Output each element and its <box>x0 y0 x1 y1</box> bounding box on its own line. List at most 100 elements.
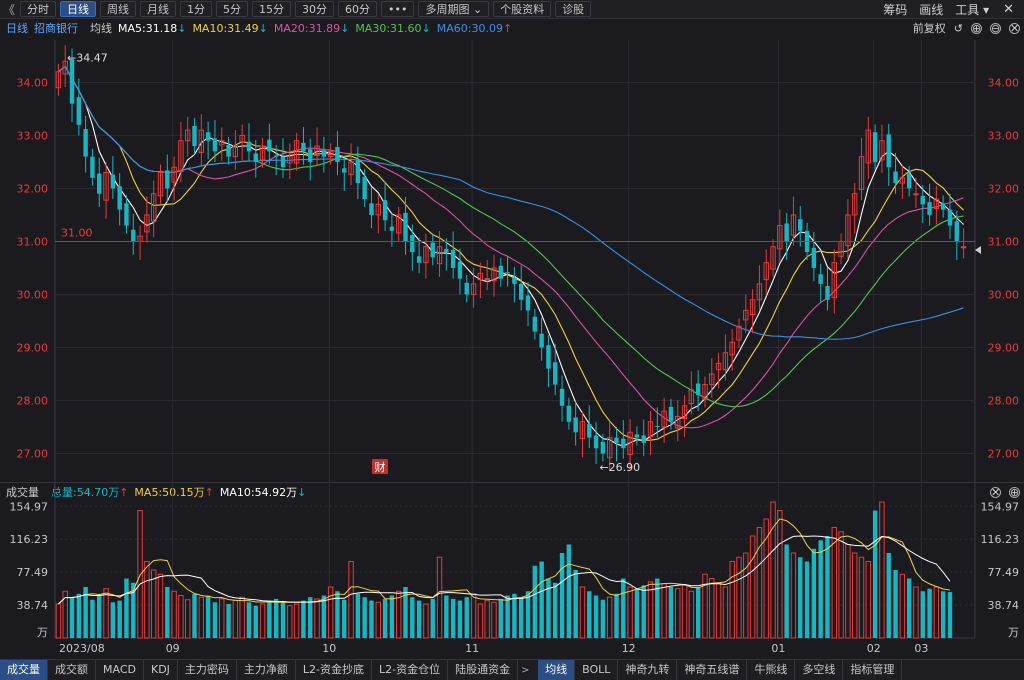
volume-bar <box>756 527 763 639</box>
volume-bar <box>484 600 490 639</box>
volume-bar <box>865 561 872 639</box>
candle-body <box>369 203 374 215</box>
volume-bar <box>893 570 898 638</box>
tab-main-net[interactable]: 主力净额 <box>237 660 296 680</box>
volume-bar <box>512 593 517 638</box>
stock-chart-window: 《 分时 日线 周线 月线 1分 5分 15分 30分 60分 ••• 多周期图… <box>0 0 1024 680</box>
volume-bar <box>825 536 830 638</box>
tab-magic-nine[interactable]: 神奇九转 <box>618 660 678 680</box>
tab-bull-bear[interactable]: 牛熊线 <box>747 660 796 680</box>
candle-body <box>362 176 367 200</box>
volume-bar <box>927 588 932 638</box>
volume-bar <box>382 598 388 638</box>
candle-body <box>450 249 456 268</box>
volume-bar <box>90 599 95 638</box>
volume-bar <box>97 595 102 638</box>
volume-bar <box>321 595 327 638</box>
volume-bar <box>722 586 729 639</box>
volume-bar <box>913 586 919 639</box>
volume-bar <box>818 540 823 638</box>
candle-body <box>634 434 640 438</box>
date-label: 2023/08 <box>59 642 105 655</box>
volume-bar <box>416 600 422 638</box>
price-tick-right: 34.00 <box>988 76 1020 89</box>
candle-body <box>553 362 558 385</box>
candle-body <box>165 170 170 189</box>
volume-bar <box>342 599 347 638</box>
volume-ma-lines <box>58 518 951 605</box>
price-tick-left: 27.00 <box>17 447 49 460</box>
candle-body <box>784 223 789 242</box>
volume-bar <box>770 501 776 639</box>
candle-body <box>382 200 388 221</box>
volume-bar <box>661 583 667 639</box>
volume-tick-left: 154.97 <box>10 500 49 513</box>
candle-body <box>192 125 197 147</box>
price-tick-left: 30.00 <box>17 288 49 301</box>
tab-l2-bottom[interactable]: L2-资金抄底 <box>296 660 373 680</box>
tab-turnover[interactable]: 成交额 <box>48 660 96 680</box>
price-tick-left: 32.00 <box>17 182 49 195</box>
candle-body <box>512 277 517 284</box>
candle-body <box>124 203 129 226</box>
tab-ma[interactable]: 均线 <box>538 660 576 680</box>
volume-bar <box>546 578 551 638</box>
candle-body <box>927 202 932 215</box>
price-tick-right: 31.00 <box>988 235 1020 248</box>
volume-bar <box>940 591 946 638</box>
candle-body <box>621 438 626 449</box>
tab-kdj[interactable]: KDJ <box>144 660 178 680</box>
candle-body <box>920 195 925 205</box>
volume-bar <box>845 544 851 639</box>
candle-body <box>335 147 340 162</box>
chevron-right-icon[interactable]: > <box>518 665 532 676</box>
volume-bar <box>688 590 695 639</box>
volume-bar <box>246 602 252 638</box>
tab-volume[interactable]: 成交量 <box>0 660 48 680</box>
volume-bar <box>709 578 715 639</box>
volume-tick-left: 77.49 <box>17 566 49 579</box>
volume-bar <box>450 598 456 638</box>
volume-tick-left: 38.74 <box>17 599 49 612</box>
volume-tick-right: 154.97 <box>981 500 1020 513</box>
volume-bar <box>198 596 205 639</box>
volume-bar <box>498 598 504 638</box>
volume-bar <box>920 591 925 638</box>
volume-tick-right: 万 <box>1008 626 1019 639</box>
reference-label: 31.00 <box>61 226 93 239</box>
volume-bar <box>423 603 429 639</box>
price-pointer-icon <box>975 246 981 254</box>
volume-bar <box>464 597 469 638</box>
tab-l2-position[interactable]: L2-资金仓位 <box>372 660 449 680</box>
volume-bar <box>239 596 245 639</box>
volume-bar <box>872 510 878 638</box>
volume-bar <box>192 593 197 638</box>
volume-bar <box>491 601 497 639</box>
date-label: 10 <box>322 642 336 655</box>
volume-bar <box>579 586 586 639</box>
tab-long-short[interactable]: 多空线 <box>795 660 844 680</box>
price-tick-right: 28.00 <box>988 394 1020 407</box>
candle-body <box>539 333 544 348</box>
volume-tick-right: 38.74 <box>988 599 1020 612</box>
tab-macd[interactable]: MACD <box>96 660 144 680</box>
kline-chart[interactable]: 34.00 34.00 33.00 33.00 32.00 32.00 31.00 31.00… <box>0 0 1024 659</box>
tab-northbound[interactable]: 陆股通资金 <box>448 660 519 680</box>
candle-body <box>498 265 504 279</box>
candle-body <box>416 256 422 263</box>
volume-bar <box>606 596 613 639</box>
candle-body <box>464 282 469 295</box>
candle-body <box>947 209 953 226</box>
tab-main-code[interactable]: 主力密码 <box>178 660 237 680</box>
candle-body <box>90 156 95 178</box>
candle-body <box>355 159 361 184</box>
tab-indicator-manage[interactable]: 指标管理 <box>843 660 903 680</box>
candle-body <box>267 139 272 152</box>
volume-ma10-line <box>58 535 951 605</box>
volume-bar <box>838 531 844 639</box>
volume-bar <box>293 603 300 639</box>
tab-boll[interactable]: BOLL <box>575 660 619 680</box>
volume-bar <box>273 598 279 638</box>
ma30-line <box>58 65 964 408</box>
tab-magic-five[interactable]: 神奇五线谱 <box>677 660 748 680</box>
